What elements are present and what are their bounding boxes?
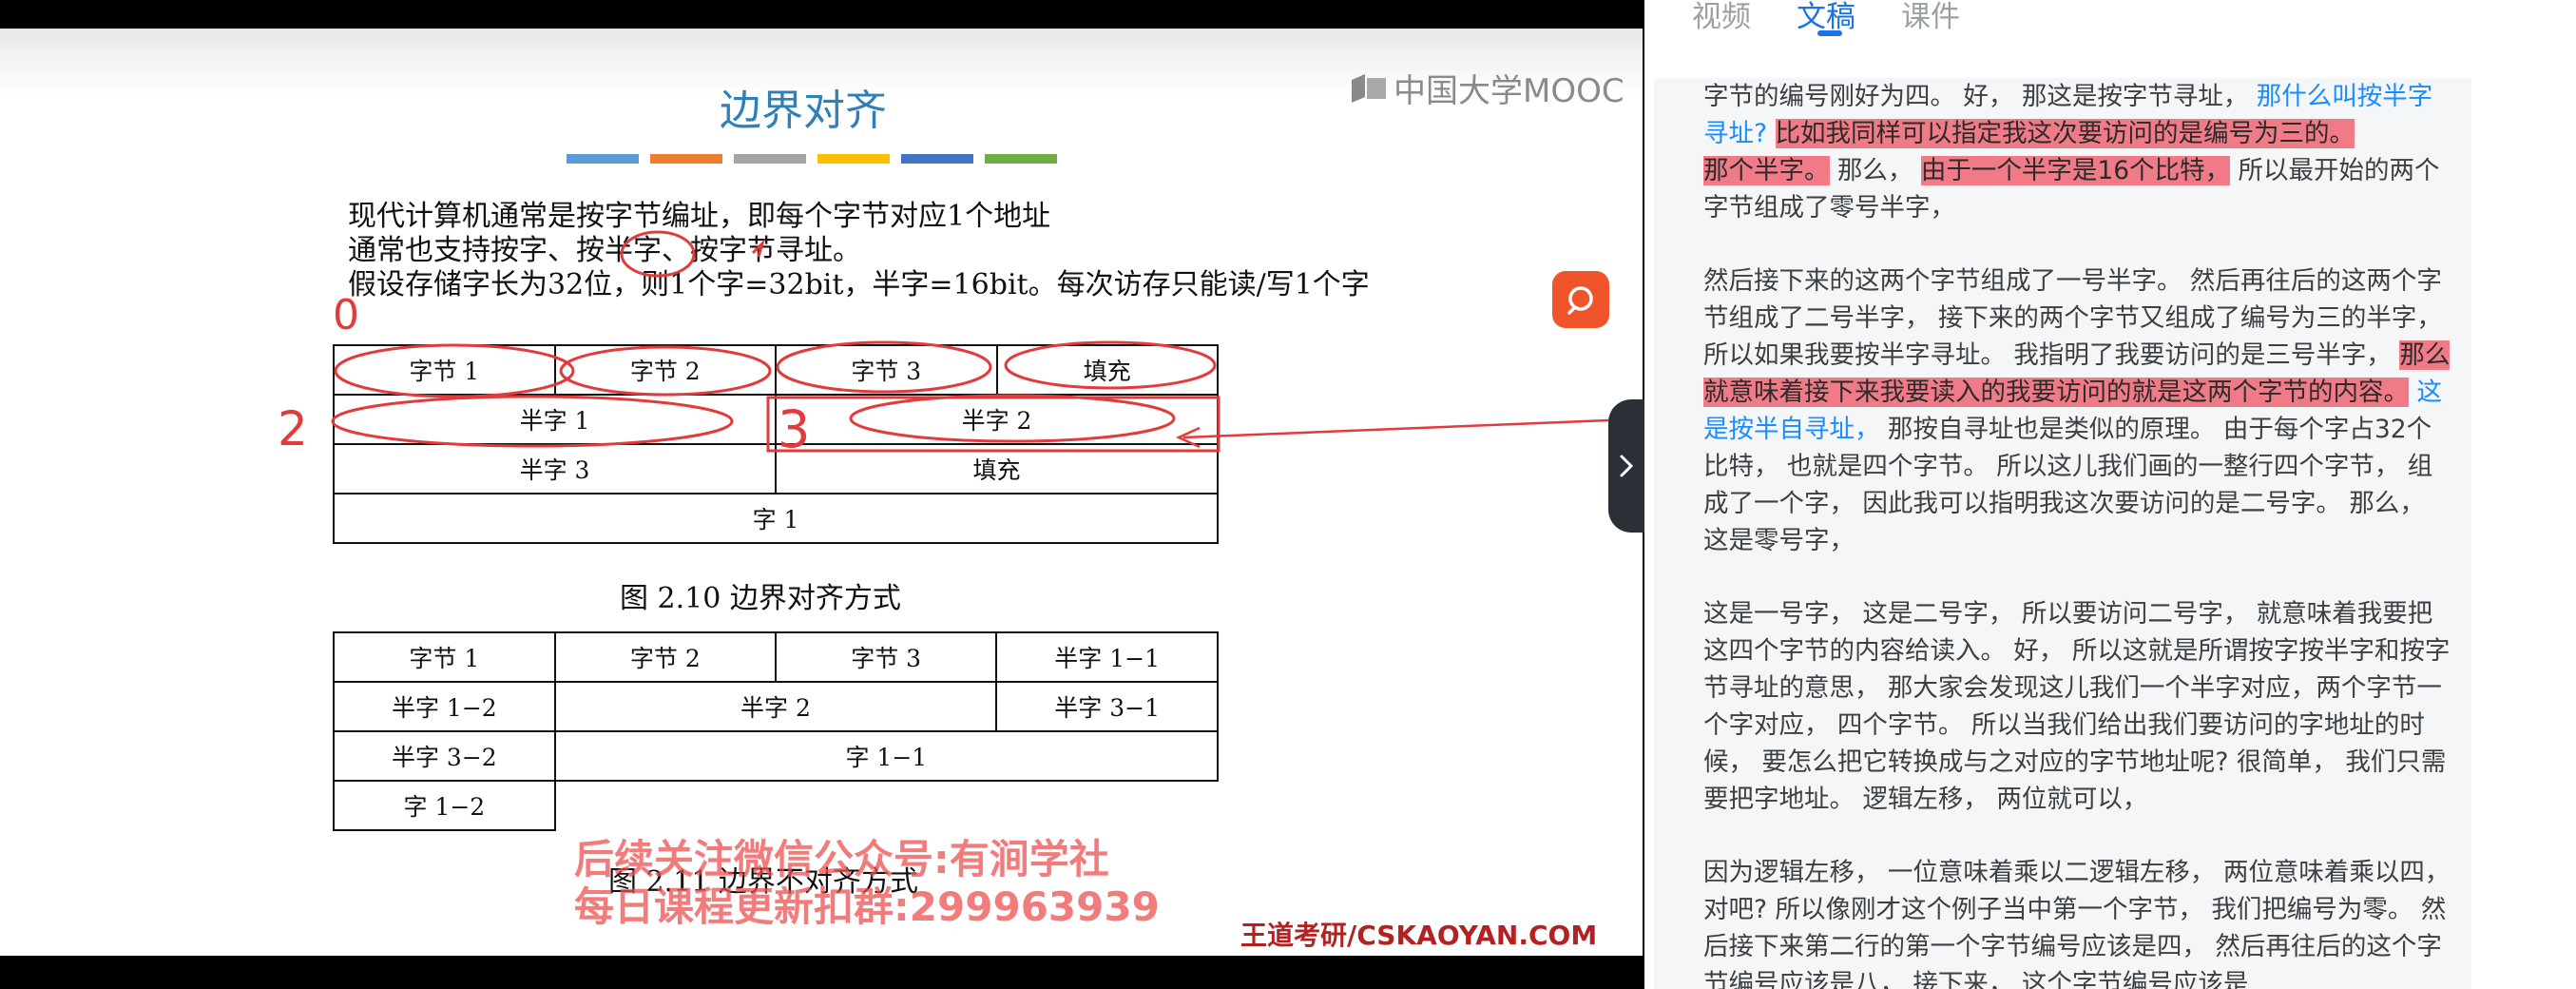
mooc-logo-icon: [1352, 73, 1386, 103]
right-margin: [2481, 0, 2576, 989]
table-cell: 半字 3−1: [995, 681, 1219, 732]
table-cell: 半字 1−2: [333, 681, 556, 732]
table-cell: 字节 2: [553, 631, 777, 683]
video-player[interactable]: 边界对齐 中国大学MOOC 现代计算机通常是按字节编址，即每个字节对应1个地址 …: [0, 0, 1644, 989]
tab-transcript[interactable]: 文稿: [1797, 0, 1855, 36]
table-cell-empty: [555, 781, 1218, 830]
slide-title: 边界对齐: [720, 87, 887, 135]
table-cell: 半字 3: [333, 443, 777, 494]
lecture-slide: 边界对齐 中国大学MOOC 现代计算机通常是按字节编址，即每个字节对应1个地址 …: [0, 29, 1643, 956]
transcript-span: [1767, 119, 1775, 148]
chevron-right-icon: [1620, 455, 1634, 477]
table-cell: 半字 2: [553, 681, 998, 732]
table-cell: 填充: [995, 344, 1219, 396]
transcript-highlight[interactable]: 那个半字。: [1703, 156, 1830, 185]
transcript-highlight[interactable]: 比如我同样可以指定我这次要访问的是编号为三的。: [1775, 119, 2355, 148]
transcript-paragraph: 因为逻辑左移， 一位意味着乘以二逻辑左移， 两位意味着乘以四， 对吧? 所以像刚…: [1703, 858, 2451, 989]
transcript-span: 然后接下来的这两个字节组成了一号半字。 然后再往后的这两个字节组成了二号半字， …: [1703, 266, 2442, 370]
color-bar-segment: [734, 154, 806, 164]
table-cell: 字节 1: [333, 631, 556, 683]
transcript-paragraph: 这是一号字， 这是二号字， 所以要访问二号字， 就意味着我要把这四个字节的内容给…: [1703, 599, 2451, 814]
table-cell: 字 1−2: [333, 780, 556, 831]
tab-bar: 视频 文稿 课件: [1692, 0, 1960, 36]
transcript-panel[interactable]: 字节的编号刚好为四。 好， 那这是按字节寻址， 那什么叫按半字寻址? 比如我同样…: [1654, 78, 2471, 989]
search-button[interactable]: [1552, 271, 1609, 328]
mooc-logo-text: 中国大学MOOC: [1394, 72, 1624, 110]
color-bar-segment: [817, 154, 890, 164]
table-cell: 字 1−1: [553, 730, 1220, 782]
table-cell: 半字 1: [333, 394, 777, 445]
table-cell: 半字 2: [775, 394, 1219, 445]
color-bar-segment: [901, 154, 973, 164]
table-cell: 半字 3−2: [333, 730, 556, 782]
color-bar-segment: [985, 154, 1057, 164]
table-cell: 半字 1−1: [995, 631, 1219, 683]
brand-text: 王道考研/CSKAOYAN.COM: [1240, 920, 1598, 951]
tab-courseware[interactable]: 课件: [1901, 0, 1960, 35]
table-cell: 字 1: [333, 493, 1219, 544]
search-icon: [1567, 286, 1593, 315]
transcript-span: 那么，: [1829, 156, 1921, 185]
table-cell: 字节 3: [775, 344, 998, 396]
watermark-text: 每日课程更新扣群:299963939: [574, 883, 1160, 930]
table-cell: 字节 3: [774, 631, 998, 683]
table-cell: 字节 1: [333, 344, 556, 396]
slide-line: 假设存储字长为32位，则1个字=32bit，半字=16bit。每次访存只能读/写…: [348, 268, 1370, 301]
color-bar-segment: [650, 154, 722, 164]
table-cell: 填充: [775, 443, 1219, 494]
unaligned-table: 字节 1 字节 2 字节 3 半字 1−1 半字 1−2 半字 2 半字 3−1…: [333, 631, 1220, 831]
transcript-highlight[interactable]: 由于一个半字是16个比特，: [1920, 156, 2231, 185]
transcript-paragraph: 然后接下来的这两个字节组成了一号半字。 然后再往后的这两个字节组成了二号半字， …: [1703, 262, 2454, 559]
transcript-paragraph: 字节的编号刚好为四。 好， 那这是按字节寻址， 那什么叫按半字寻址? 比如我同样…: [1703, 78, 2454, 226]
table-cell: 字节 2: [553, 344, 777, 396]
tab-video[interactable]: 视频: [1692, 0, 1751, 35]
mooc-logo: 中国大学MOOC: [1350, 65, 1624, 111]
aligned-table: 字节 1 字节 2 字节 3 填充 半字 1 半字 2 半字 3 填充 字 1: [333, 344, 1219, 544]
ink-number-2: 2: [278, 401, 308, 456]
figure-caption: 图 2.10 边界对齐方式: [620, 582, 901, 615]
ink-arrow: [1182, 418, 1609, 439]
transcript-span: 字节的编号刚好为四。 好， 那这是按字节寻址，: [1703, 82, 2257, 111]
color-bar-segment: [567, 154, 639, 164]
panel-collapse-handle[interactable]: [1608, 399, 1644, 533]
transcript-text: 字节的编号刚好为四。 好， 那这是按字节寻址， 那什么叫按半字寻址? 比如我同样…: [1703, 78, 2454, 989]
